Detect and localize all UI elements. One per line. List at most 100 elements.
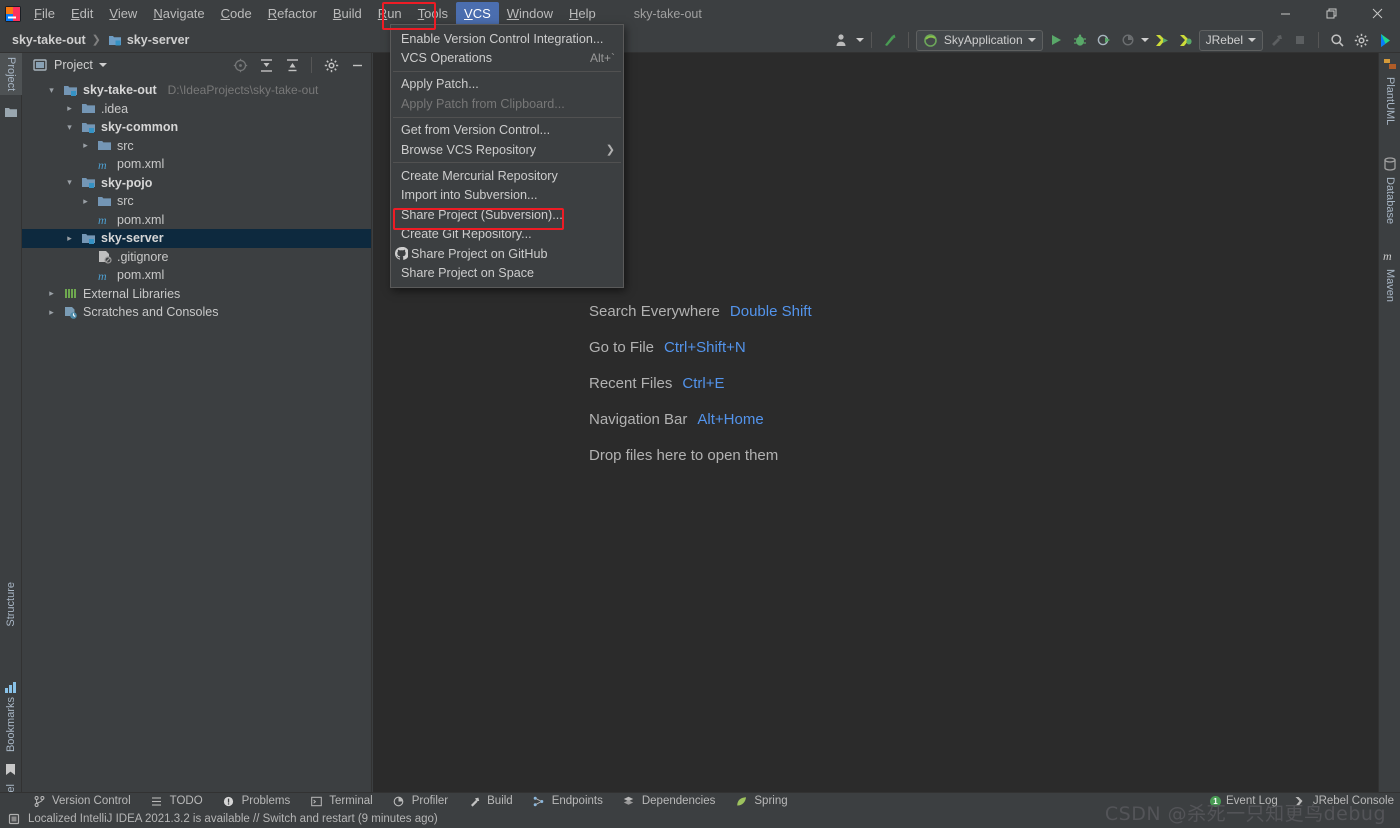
menu-item-create-mercurial-repository[interactable]: Create Mercurial Repository [391, 166, 623, 185]
sidebar-item-structure[interactable]: Structure [0, 578, 22, 631]
sidebar-item-plantuml[interactable]: PlantUML [1379, 73, 1400, 129]
bottom-item-problems[interactable]: Problems [212, 793, 300, 810]
menu-item-browse-vcs-repository[interactable]: Browse VCS Repository ❯ [391, 140, 623, 159]
bottom-item-todo[interactable]: TODO [140, 793, 212, 810]
menu-separator-3 [393, 162, 621, 164]
close-button[interactable] [1354, 0, 1400, 27]
menu-build[interactable]: Build [325, 2, 370, 25]
menu-vcs[interactable]: VCS [456, 2, 499, 25]
breadcrumb-item-project[interactable]: sky-take-out [8, 31, 90, 49]
tree-row-pom-root[interactable]: ▸ m pom.xml [22, 266, 371, 285]
menu-item-apply-patch[interactable]: Apply Patch... [391, 75, 623, 94]
menu-refactor[interactable]: Refactor [260, 2, 325, 25]
collapse-all-icon[interactable] [282, 55, 302, 75]
chevron-down-icon[interactable]: ▾ [46, 85, 57, 96]
bottom-item-build[interactable]: Build [457, 793, 522, 810]
menu-help[interactable]: Help [561, 2, 604, 25]
stop-button[interactable] [1289, 29, 1311, 51]
menu-window[interactable]: Window [499, 2, 561, 25]
menu-view[interactable]: View [101, 2, 145, 25]
chevron-right-icon[interactable]: ▸ [46, 307, 57, 318]
run-button[interactable] [1045, 29, 1067, 51]
chevron-right-icon[interactable]: ▸ [80, 140, 91, 151]
tree-row-src-pojo[interactable]: ▸ src [22, 192, 371, 211]
hammer-icon[interactable] [1265, 29, 1287, 51]
expand-all-icon[interactable] [256, 55, 276, 75]
tree-row-sky-common[interactable]: ▾ sky-common [22, 118, 371, 137]
tree-row-external-libraries[interactable]: ▸ External Libraries [22, 285, 371, 304]
chevron-down-icon-2[interactable] [1248, 38, 1256, 42]
menu-item-share-project-subversion[interactable]: Share Project (Subversion)... [391, 205, 623, 224]
chevron-right-icon[interactable]: ▸ [46, 288, 57, 299]
gear-icon[interactable] [1350, 29, 1372, 51]
user-icon[interactable] [832, 29, 854, 51]
toolbox-icon[interactable] [1374, 29, 1396, 51]
vcs-dropdown-menu[interactable]: Enable Version Control Integration... VC… [390, 24, 624, 288]
bottom-item-dependencies[interactable]: Dependencies [612, 793, 725, 810]
sidebar-item-database[interactable]: Database [1379, 173, 1400, 228]
menu-bar[interactable]: File Edit View Navigate Code Refactor Bu… [26, 0, 604, 27]
tree-row-scratches-and-consoles[interactable]: ▸ Scratches and Consoles [22, 303, 371, 322]
debug-button[interactable] [1069, 29, 1091, 51]
breadcrumb[interactable]: sky-take-out ❯ sky-server [8, 30, 193, 50]
chevron-right-icon[interactable]: ▸ [80, 196, 91, 207]
breadcrumb-item-module[interactable]: sky-server [103, 30, 194, 50]
menu-edit[interactable]: Edit [63, 2, 101, 25]
sidebar-item-project[interactable]: Project [0, 53, 22, 96]
bottom-item-spring[interactable]: Spring [724, 793, 796, 810]
bottom-item-version-control[interactable]: Version Control [22, 793, 140, 810]
chevron-right-icon[interactable]: ▸ [64, 103, 75, 114]
run-configuration-selector[interactable]: SkyApplication [915, 29, 1043, 51]
hint-navigation-bar: Navigation Bar Alt+Home [589, 401, 812, 437]
jrebel-run-button[interactable] [1151, 29, 1173, 51]
locate-icon[interactable] [230, 55, 250, 75]
minimize-button[interactable] [1262, 0, 1308, 27]
jrebel-selector[interactable]: JRebel [1198, 29, 1263, 51]
minimize-icon[interactable] [347, 55, 367, 75]
gear-icon[interactable] [321, 55, 341, 75]
project-tree[interactable]: ▾ sky-take-out D:\IdeaProjects\sky-take-… [22, 77, 371, 792]
menu-item-enable-version-control-integration[interactable]: Enable Version Control Integration... [391, 29, 623, 48]
menu-item-import-into-subversion[interactable]: Import into Subversion... [391, 186, 623, 205]
profiler-button[interactable] [1117, 29, 1139, 51]
tree-row-sky-take-out[interactable]: ▾ sky-take-out D:\IdeaProjects\sky-take-… [22, 81, 371, 100]
sidebar-item-bookmarks[interactable]: Bookmarks [0, 693, 22, 756]
tree-row-sky-pojo[interactable]: ▾ sky-pojo [22, 174, 371, 193]
run-with-coverage-button[interactable] [1093, 29, 1115, 51]
restore-button[interactable] [1308, 0, 1354, 27]
bottom-item-terminal[interactable]: Terminal [299, 793, 381, 810]
tree-row-pom-common[interactable]: ▸ m pom.xml [22, 155, 371, 174]
user-dropdown-caret-icon[interactable] [855, 38, 864, 42]
notification-icon[interactable] [6, 811, 22, 827]
search-icon[interactable] [1326, 29, 1348, 51]
chevron-down-icon[interactable]: ▾ [64, 177, 75, 188]
menu-tools[interactable]: Tools [410, 2, 456, 25]
sidebar-item-maven[interactable]: Maven [1379, 265, 1400, 306]
bottom-item-profiler[interactable]: Profiler [382, 793, 457, 810]
project-view-dropdown-caret-icon[interactable] [98, 63, 107, 67]
update-arrow-icon[interactable] [879, 29, 901, 51]
menu-run[interactable]: Run [370, 2, 410, 25]
menu-item-create-git-repository[interactable]: Create Git Repository... [391, 225, 623, 244]
tree-row-sky-server[interactable]: ▸ sky-server [22, 229, 371, 248]
jrebel-debug-button[interactable] [1175, 29, 1197, 51]
tree-row-gitignore[interactable]: ▸ .gitignore [22, 248, 371, 267]
chevron-down-icon[interactable] [1027, 38, 1036, 42]
chevron-down-icon[interactable]: ▾ [64, 122, 75, 133]
menu-item-share-project-on-github[interactable]: Share Project on GitHub [391, 244, 623, 263]
tree-row-idea[interactable]: ▸ .idea [22, 100, 371, 119]
status-message[interactable]: Localized IntelliJ IDEA 2021.3.2 is avai… [28, 813, 438, 825]
maven-file-icon: m [96, 156, 112, 172]
tree-row-src-common[interactable]: ▸ src [22, 137, 371, 156]
tree-row-pom-pojo[interactable]: ▸ m pom.xml [22, 211, 371, 230]
menu-item-get-from-version-control[interactable]: Get from Version Control... [391, 121, 623, 140]
profiler-dropdown-caret-icon[interactable] [1140, 38, 1149, 42]
chevron-right-icon[interactable]: ▸ [64, 233, 75, 244]
menu-file[interactable]: File [26, 2, 63, 25]
menu-navigate[interactable]: Navigate [145, 2, 212, 25]
menu-item-vcs-operations[interactable]: VCS Operations Alt+` [391, 48, 623, 67]
bottom-item-endpoints[interactable]: Endpoints [522, 793, 612, 810]
menu-item-share-project-on-space[interactable]: Share Project on Space [391, 263, 623, 282]
menu-code[interactable]: Code [213, 2, 260, 25]
bottom-item-label: Spring [754, 795, 788, 807]
